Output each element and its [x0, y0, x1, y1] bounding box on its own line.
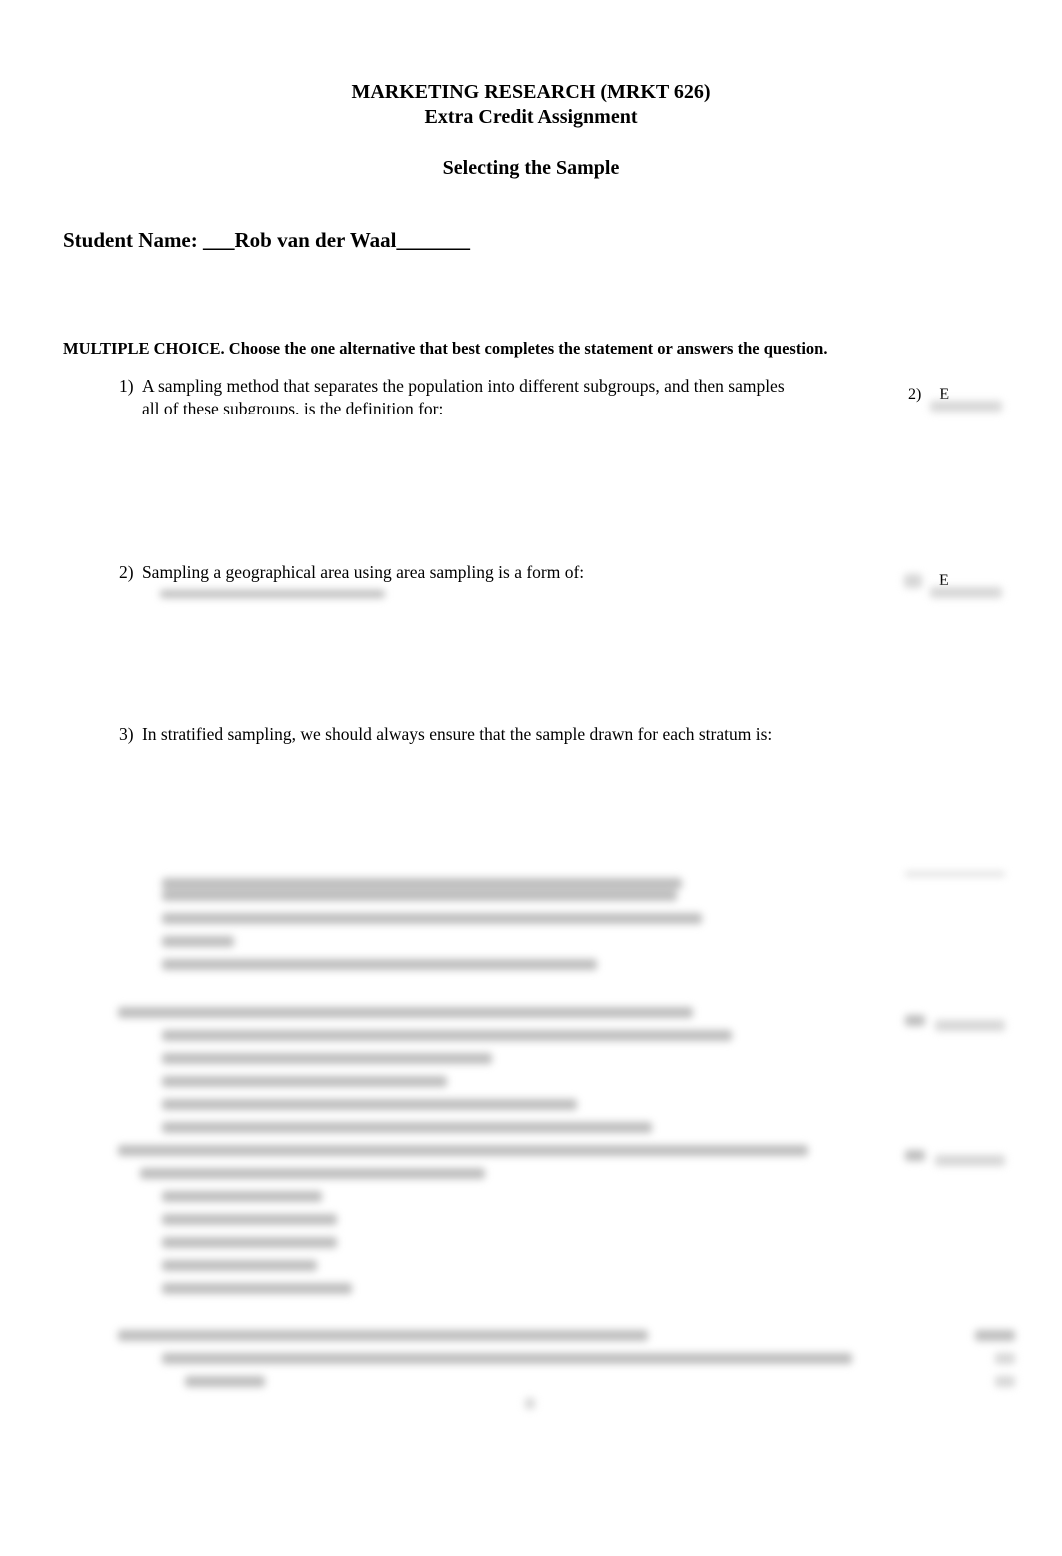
question-number: 1)	[119, 376, 134, 396]
question-1-line2: all of these subgroups, is the definitio…	[142, 399, 443, 414]
student-name-label: Student Name:	[63, 228, 203, 252]
answer-number: 2)	[908, 386, 922, 403]
question-text: A sampling method that separates the pop…	[141, 376, 785, 396]
blurred-answer-number	[900, 572, 930, 594]
question-1: 1) A sampling method that separates the …	[119, 376, 785, 397]
blurred-answer-line	[930, 584, 1010, 600]
blurred-answer-line	[930, 398, 1010, 414]
instructions: MULTIPLE CHOICE. Choose the one alternat…	[63, 339, 828, 358]
student-name: Student Name: ___Rob van der Waal_______	[63, 228, 470, 253]
student-name-value: ___Rob van der Waal_______	[203, 228, 471, 252]
question-number: 2)	[119, 562, 134, 582]
question-text-line2: all of these subgroups, is the definitio…	[142, 399, 444, 414]
question-number: 3)	[119, 724, 134, 744]
question-3: 3) In stratified sampling, we should alw…	[119, 724, 772, 745]
blurred-option	[160, 588, 400, 600]
question-2: 2) Sampling a geographical area using ar…	[119, 562, 584, 583]
topic-title: Selecting the Sample	[442, 157, 620, 179]
question-text: In stratified sampling, we should always…	[141, 724, 773, 744]
question-text: Sampling a geographical area using area …	[141, 562, 585, 582]
blurred-content	[100, 870, 1040, 1410]
course-title: MARKETING RESEARCH (MRKT 626)	[351, 81, 711, 103]
assignment-title: Extra Credit Assignment	[424, 106, 638, 128]
